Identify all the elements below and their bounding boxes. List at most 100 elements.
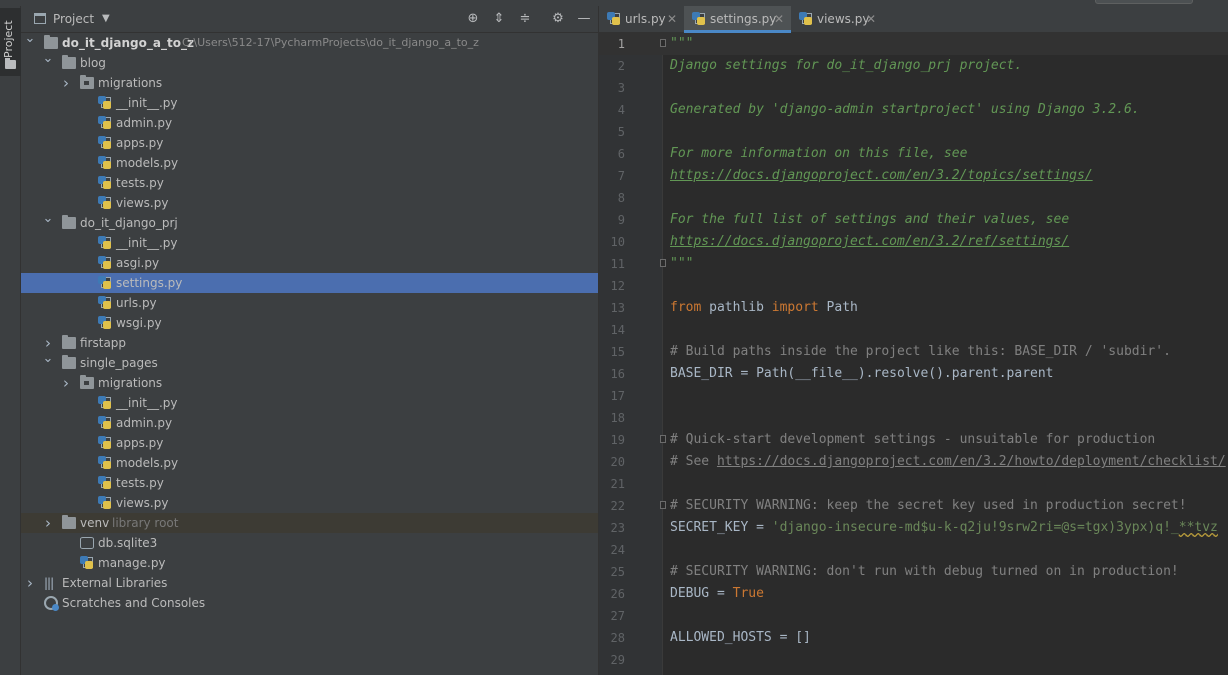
close-icon[interactable]: ✕ — [774, 6, 784, 33]
tree-file-item[interactable]: views.py — [21, 193, 598, 213]
code-line: 8 — [599, 187, 1228, 209]
code-text: For the full list of settings and their … — [670, 212, 1070, 227]
tree-node[interactable]: ⌄ single_pages — [21, 351, 598, 373]
package-folder-icon — [80, 75, 94, 89]
tree-item-label: single_pages — [80, 356, 158, 370]
code-line: 1 """ — [599, 33, 1228, 55]
tree-file-item[interactable]: settings.py — [21, 273, 598, 293]
tree-file-item[interactable]: models.py — [21, 453, 598, 473]
line-number: 22 — [610, 499, 625, 513]
tree-file-item[interactable]: admin.py — [21, 113, 598, 133]
python-file-icon — [98, 436, 112, 450]
folder-icon — [62, 55, 76, 69]
tree-file-item[interactable]: __init__.py — [21, 93, 598, 113]
project-view-selector[interactable]: Project — [53, 12, 94, 26]
tree-node[interactable]: › migrations — [21, 73, 598, 93]
python-file-icon — [98, 116, 112, 130]
locate-icon[interactable]: ⊕ — [464, 10, 482, 28]
tree-file-item[interactable]: apps.py — [21, 133, 598, 153]
line-number: 5 — [617, 125, 625, 139]
tree-node[interactable]: Scratches and Consoles — [21, 593, 598, 613]
tree-item-label: blog — [80, 56, 106, 70]
code-line: 28 ALLOWED_HOSTS = [] — [599, 627, 1228, 649]
line-number: 27 — [610, 609, 625, 623]
editor-tab-label: urls.py — [625, 12, 666, 26]
folder-icon — [62, 215, 76, 229]
hide-icon[interactable]: — — [575, 10, 593, 28]
chevron-down-icon[interactable]: ⌄ — [42, 349, 54, 369]
tree-file-item[interactable]: tests.py — [21, 473, 598, 493]
chevron-down-icon[interactable]: ⌄ — [42, 49, 54, 69]
tree-file-item[interactable]: wsgi.py — [21, 313, 598, 333]
editor-tab-label: settings.py — [710, 12, 777, 26]
code-line: 22 # SECURITY WARNING: keep the secret ke… — [599, 495, 1228, 517]
tree-node[interactable]: › ||| External Libraries — [21, 573, 598, 593]
tree-file-item[interactable]: manage.py — [21, 553, 598, 573]
tree-node[interactable]: ⌄ do_it_django_a_to_z C:\Users\512-17\Pych… — [21, 31, 598, 53]
code-line: 11 """ — [599, 253, 1228, 275]
tree-node[interactable]: ⌄ do_it_django_prj — [21, 211, 598, 233]
collapse-all-icon[interactable]: ≑ — [516, 10, 534, 28]
tree-node[interactable]: db.sqlite3 — [21, 533, 598, 553]
project-panel-header: Project ▼ ⊕ ⇕ ≑ ⚙ — — [21, 6, 598, 33]
gear-icon[interactable]: ⚙ — [549, 10, 567, 28]
code-text: # Quick-start development settings - uns… — [670, 432, 1156, 447]
code-line: 12 — [599, 275, 1228, 297]
tree-node[interactable]: ⌄ blog — [21, 51, 598, 73]
line-number: 4 — [617, 103, 625, 117]
tree-item-label: views.py — [116, 496, 169, 510]
code-line: 20 # See https://docs.djangoproject.com/e… — [599, 451, 1228, 473]
line-number: 13 — [610, 301, 625, 315]
chevron-right-icon[interactable]: › — [60, 373, 72, 393]
tree-node[interactable]: › firstapp — [21, 333, 598, 353]
code-line: 29 — [599, 649, 1228, 671]
tree-node[interactable]: › venv library root — [21, 513, 598, 533]
tree-file-item[interactable]: apps.py — [21, 433, 598, 453]
tree-file-item[interactable]: views.py — [21, 493, 598, 513]
line-number: 23 — [610, 521, 625, 535]
fold-marker-icon[interactable] — [660, 259, 666, 267]
tree-item-label: tests.py — [116, 176, 164, 190]
project-tree[interactable]: ⌄ do_it_django_a_to_z C:\Users\512-17\Pych… — [21, 31, 598, 613]
fold-marker-icon[interactable] — [660, 501, 666, 509]
tree-file-item[interactable]: models.py — [21, 153, 598, 173]
project-tool-window-tab[interactable]: Project — [0, 8, 21, 76]
chevron-down-icon[interactable]: ⌄ — [42, 209, 54, 229]
close-icon[interactable]: ✕ — [667, 6, 677, 33]
expand-all-icon[interactable]: ⇕ — [490, 10, 508, 28]
editor: urls.py ✕ settings.py ✕ views.py ✕ 1 """ 2 Djang… — [598, 6, 1228, 675]
code-line: 6 For more information on this file, see — [599, 143, 1228, 165]
tree-file-item[interactable]: __init__.py — [21, 233, 598, 253]
code-text: https://docs.djangoproject.com/en/3.2/to… — [670, 168, 1093, 183]
tree-item-label: settings.py — [116, 276, 183, 290]
database-file-icon — [80, 537, 94, 549]
chevron-right-icon[interactable]: › — [60, 73, 72, 93]
fold-marker-icon[interactable] — [660, 435, 666, 443]
chevron-right-icon[interactable]: › — [42, 513, 54, 533]
chevron-right-icon[interactable]: › — [24, 573, 36, 593]
code-text: # Build paths inside the project like th… — [670, 344, 1171, 359]
code-text: # SECURITY WARNING: don't run with debug… — [670, 564, 1179, 579]
folder-icon — [5, 58, 16, 69]
python-file-icon — [98, 256, 112, 270]
tree-file-item[interactable]: admin.py — [21, 413, 598, 433]
chevron-down-icon[interactable]: ⌄ — [24, 29, 36, 49]
tree-file-item[interactable]: __init__.py — [21, 393, 598, 413]
tree-file-item[interactable]: urls.py — [21, 293, 598, 313]
folder-icon — [62, 335, 76, 349]
tree-item-label: Scratches and Consoles — [62, 596, 206, 610]
python-file-icon — [607, 12, 621, 26]
editor-tab[interactable]: views.py ✕ — [791, 6, 883, 33]
editor-tab[interactable]: settings.py ✕ — [684, 6, 791, 33]
code-area[interactable]: 1 """ 2 Django settings for do_it_django_pr… — [599, 33, 1228, 675]
tree-file-item[interactable]: asgi.py — [21, 253, 598, 273]
code-line: 2 Django settings for do_it_django_prj pr… — [599, 55, 1228, 77]
close-icon[interactable]: ✕ — [866, 6, 876, 33]
tree-node[interactable]: › migrations — [21, 373, 598, 393]
editor-tab[interactable]: urls.py ✕ — [599, 6, 684, 33]
tree-item-label: models.py — [116, 456, 179, 470]
code-text: ALLOWED_HOSTS = [] — [670, 630, 811, 645]
tree-file-item[interactable]: tests.py — [21, 173, 598, 193]
fold-marker-icon[interactable] — [660, 39, 666, 47]
chevron-down-icon[interactable]: ▼ — [102, 13, 110, 24]
